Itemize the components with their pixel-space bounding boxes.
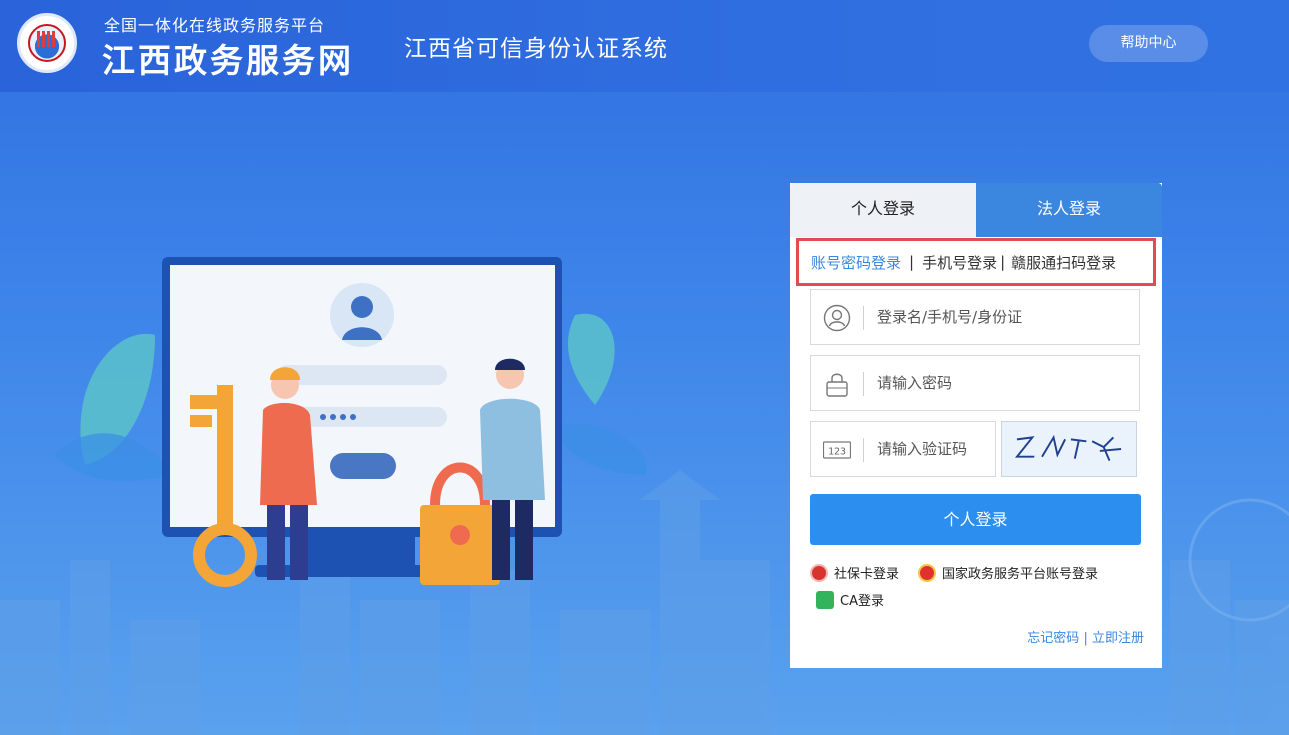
system-title: 江西省可信身份认证系统	[404, 36, 668, 62]
captcha-input[interactable]	[877, 422, 987, 476]
username-input[interactable]	[877, 290, 1127, 344]
lock-icon	[826, 373, 848, 397]
login-panel: 个人登录 法人登录 账号密码登录 | 手机号登录 | 赣服通扫码登录 123	[790, 183, 1162, 668]
login-illustration	[55, 257, 647, 587]
register-link[interactable]: 立即注册	[1092, 631, 1144, 646]
ca-login-link[interactable]: CA登录	[816, 590, 884, 609]
national-platform-login-link[interactable]: 国家政务服务平台账号登录	[918, 563, 1098, 582]
mode-gangfutong-scan[interactable]: 赣服通扫码登录	[1011, 252, 1116, 273]
brand-title: 江西政务服务网	[102, 41, 354, 80]
social-card-login-label: 社保卡登录	[834, 567, 900, 582]
mode-separator: |	[1000, 253, 1006, 271]
password-field	[810, 355, 1140, 411]
password-input[interactable]	[877, 356, 1127, 410]
site-logo[interactable]	[17, 13, 77, 73]
personal-login-submit-button[interactable]: 个人登录	[810, 494, 1141, 545]
username-field	[810, 289, 1140, 345]
field-divider	[863, 306, 864, 330]
login-tabs: 个人登录 法人登录	[790, 183, 1162, 237]
mode-separator: |	[909, 253, 915, 271]
social-card-login-link[interactable]: 社保卡登录	[810, 563, 899, 582]
national-platform-login-label: 国家政务服务平台账号登录	[942, 567, 1099, 582]
tab-personal-login[interactable]: 个人登录	[790, 183, 976, 237]
user-icon	[823, 304, 851, 332]
logo-bars	[37, 31, 57, 47]
tab-legal-person-login[interactable]: 法人登录	[976, 183, 1162, 237]
forgot-password-link[interactable]: 忘记密码	[1027, 631, 1079, 646]
captcha-code-icon: 123	[823, 441, 851, 459]
field-divider	[863, 372, 864, 396]
brand-subtitle: 全国一体化在线政务服务平台	[104, 16, 326, 35]
social-card-icon	[810, 563, 828, 582]
help-center-button[interactable]: 帮助中心	[1089, 25, 1208, 62]
field-divider	[863, 438, 864, 462]
captcha-image[interactable]	[1001, 421, 1137, 477]
ca-login-label: CA登录	[840, 594, 884, 609]
captcha-field: 123	[810, 421, 996, 477]
top-header: 全国一体化在线政务服务平台 江西政务服务网 江西省可信身份认证系统 帮助中心	[0, 0, 1289, 92]
svg-text:123: 123	[828, 447, 846, 458]
account-links: 忘记密码 | 立即注册	[1027, 627, 1144, 646]
login-mode-selector: 账号密码登录 | 手机号登录 | 赣服通扫码登录	[796, 238, 1156, 286]
mode-account-password[interactable]: 账号密码登录	[811, 252, 901, 273]
national-emblem-icon	[918, 563, 936, 582]
link-separator: |	[1083, 631, 1088, 646]
ca-certificate-icon	[816, 590, 834, 609]
mode-phone[interactable]: 手机号登录	[922, 252, 997, 273]
